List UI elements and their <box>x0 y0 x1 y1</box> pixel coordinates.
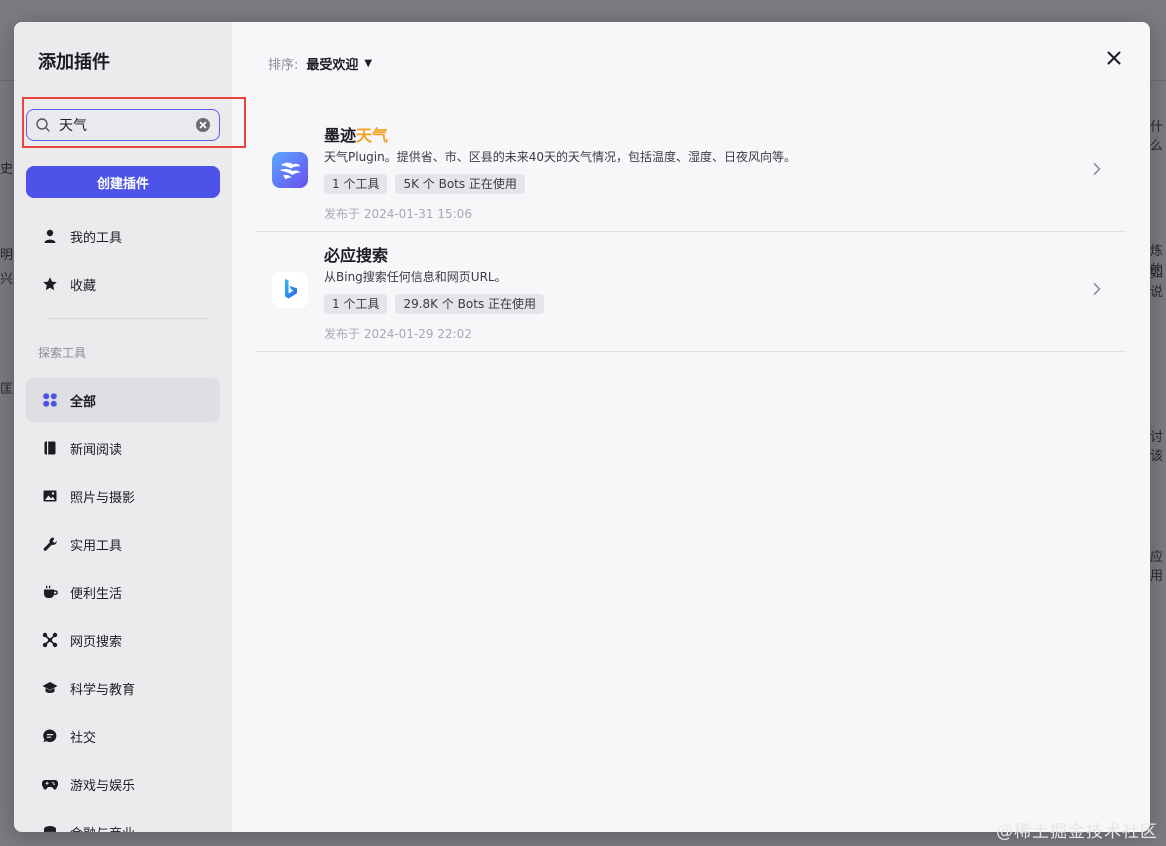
section-label: 探索工具 <box>38 346 87 360</box>
publish-date: 发布于 2024-01-29 22:02 <box>324 327 472 341</box>
plugin-description: 天气Plugin。提供省、市、区县的未来40天的天气情况，包括温度、湿度、日夜风… <box>324 150 797 164</box>
network-icon <box>42 632 58 648</box>
add-plugin-modal: 添加插件 创建插件 我的工具 收 <box>14 22 1150 832</box>
nav-item-news[interactable]: 新闻阅读 <box>26 426 220 470</box>
nav-item-label: 便利生活 <box>70 586 123 602</box>
bots-usage-badge: 29.8K 个 Bots 正在使用 <box>395 294 545 314</box>
bg-text-fragment: 史 <box>0 162 14 177</box>
plugin-card-bing-search[interactable]: 必应搜索 从Bing搜索任何信息和网页URL。 1 个工具 29.8K 个 Bo… <box>256 232 1126 352</box>
watermark: @稀土掘金技术社区 <box>996 822 1158 842</box>
search-icon <box>36 118 50 132</box>
bg-divider <box>1150 80 1166 81</box>
bg-text-fragment: 讨该 <box>1150 430 1164 464</box>
nav-item-label: 游戏与娱乐 <box>70 778 136 794</box>
modal-title: 添加插件 <box>38 52 110 73</box>
nav-item-lifestyle[interactable]: 便利生活 <box>26 570 220 614</box>
close-icon[interactable] <box>1104 48 1124 68</box>
plugin-tags: 1 个工具 5K 个 Bots 正在使用 <box>324 174 525 194</box>
bg-text-fragment: 什么 <box>1150 120 1164 154</box>
nav-item-my-tools[interactable]: 我的工具 <box>26 214 220 258</box>
bg-text-fragment: 如说 <box>1150 266 1164 300</box>
plugin-name-match-highlight: 天气 <box>356 126 389 145</box>
search-input[interactable] <box>59 117 195 133</box>
image-icon <box>43 490 57 502</box>
finance-icon <box>44 826 56 832</box>
plugin-name: 墨迹天气 <box>324 122 388 146</box>
nav-item-label: 照片与摄影 <box>70 490 136 506</box>
book-icon <box>44 441 56 455</box>
sort-dropdown[interactable]: 最受欢迎 ▼ <box>306 54 372 73</box>
user-icon <box>44 229 56 243</box>
nav-item-games[interactable]: 游戏与娱乐 <box>26 762 220 806</box>
gamepad-icon <box>42 779 58 790</box>
cup-icon <box>44 585 58 598</box>
nav-item-label: 科学与教育 <box>70 682 136 698</box>
tool-count-badge: 1 个工具 <box>324 294 388 314</box>
nav-item-all[interactable]: 全部 <box>26 378 220 422</box>
nav-item-label: 社交 <box>70 730 97 746</box>
nav-item-label: 网页搜索 <box>70 634 123 650</box>
sort-control: 排序: 最受欢迎 ▼ <box>268 54 372 73</box>
nav-item-science-education[interactable]: 科学与教育 <box>26 666 220 710</box>
chevron-right-icon <box>1093 163 1101 175</box>
sort-value: 最受欢迎 <box>306 58 359 73</box>
tool-count-badge: 1 个工具 <box>324 174 388 194</box>
chevron-right-icon <box>1093 283 1101 295</box>
search-box[interactable] <box>26 109 220 141</box>
plugin-tags: 1 个工具 29.8K 个 Bots 正在使用 <box>324 294 545 314</box>
wrench-icon <box>43 537 57 551</box>
star-icon <box>43 277 57 291</box>
nav-item-label: 我的工具 <box>70 230 123 246</box>
sort-label: 排序: <box>268 58 299 73</box>
nav-item-social[interactable]: 社交 <box>26 714 220 758</box>
nav-item-label: 收藏 <box>70 278 97 294</box>
bots-usage-badge: 5K 个 Bots 正在使用 <box>395 174 525 194</box>
nav-item-finance[interactable]: 金融与商业 <box>26 810 220 832</box>
graduation-cap-icon <box>42 682 58 693</box>
plugin-main-panel: 排序: 最受欢迎 ▼ 墨迹天气 天气Plugin。提供省、市、区县的未来40天的… <box>232 22 1150 832</box>
plugin-list: 墨迹天气 天气Plugin。提供省、市、区县的未来40天的天气情况，包括温度、湿… <box>256 112 1126 352</box>
plugin-card-moji-weather[interactable]: 墨迹天气 天气Plugin。提供省、市、区县的未来40天的天气情况，包括温度、湿… <box>256 112 1126 232</box>
sidebar-divider <box>46 318 208 319</box>
plugin-description: 从Bing搜索任何信息和网页URL。 <box>324 270 507 284</box>
grid-icon <box>43 393 57 407</box>
bing-icon <box>272 272 308 308</box>
publish-date: 发布于 2024-01-31 15:06 <box>324 207 472 221</box>
nav-item-web-search[interactable]: 网页搜索 <box>26 618 220 662</box>
moji-weather-icon <box>272 152 308 188</box>
nav-item-label: 新闻阅读 <box>70 442 123 458</box>
bg-text-fragment: 应用 <box>1150 550 1164 584</box>
plugin-name-text: 墨迹 <box>324 126 357 145</box>
bg-divider <box>0 80 14 81</box>
chat-bubble-icon <box>43 729 57 743</box>
nav-item-label: 金融与商业 <box>70 823 135 833</box>
clear-search-icon[interactable] <box>195 117 211 133</box>
nav-item-photo[interactable]: 照片与摄影 <box>26 474 220 518</box>
plugin-name-text: 必应搜索 <box>324 246 389 265</box>
create-plugin-button[interactable]: 创建插件 <box>26 166 220 198</box>
sidebar: 添加插件 创建插件 我的工具 收 <box>14 22 246 832</box>
nav-item-favorites[interactable]: 收藏 <box>26 262 220 306</box>
caret-down-icon: ▼ <box>364 58 373 69</box>
nav-item-label: 实用工具 <box>70 538 123 554</box>
nav-item-label: 全部 <box>70 394 97 410</box>
nav-item-utilities[interactable]: 实用工具 <box>26 522 220 566</box>
plugin-name: 必应搜索 <box>324 242 388 266</box>
